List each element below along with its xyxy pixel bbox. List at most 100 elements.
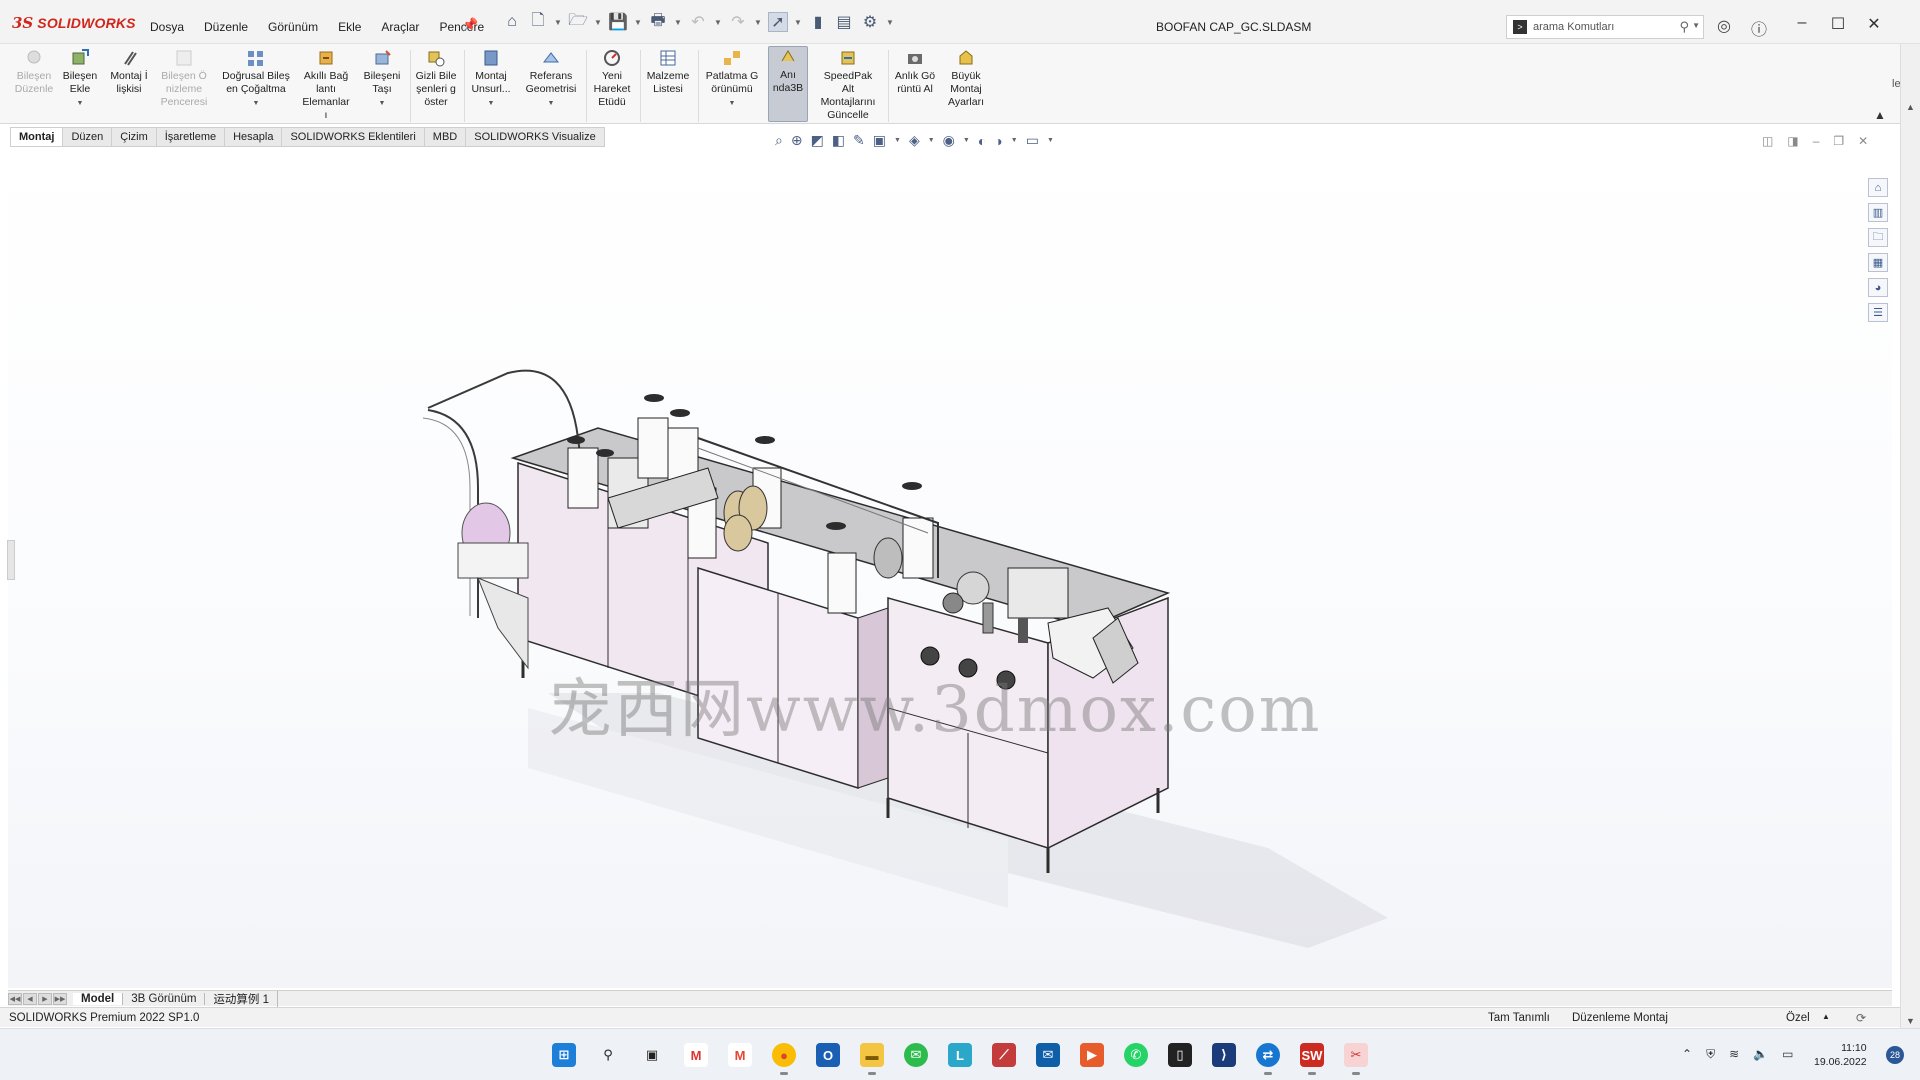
assembly-model[interactable] (8, 148, 1892, 988)
unit-system[interactable]: Özel (1786, 1012, 1810, 1024)
move-component-button[interactable]: Bileşeni Taşı ▼ (358, 48, 406, 110)
chevron-down-icon[interactable]: ▼ (77, 97, 84, 110)
mcafee-icon[interactable]: M (684, 1043, 708, 1067)
whatsapp-icon[interactable]: ✆ (1124, 1043, 1148, 1067)
chevron-down-icon[interactable]: ▼ (1047, 137, 1054, 144)
chrome-icon[interactable]: ● (772, 1043, 796, 1075)
apply-scene-icon[interactable]: ◑ (994, 133, 1002, 149)
file-explorer-icon[interactable]: ▬ (860, 1043, 884, 1075)
rebuild-status-icon[interactable]: ⟳ (1856, 1011, 1866, 1025)
search-icon[interactable]: ⚲ (596, 1043, 620, 1067)
new-motion-study-button[interactable]: Yeni Hareket Etüdü (588, 48, 636, 109)
view-settings-icon[interactable]: ▭ (1026, 132, 1039, 149)
start-icon[interactable]: ⊞ (552, 1043, 576, 1067)
teamviewer-icon[interactable]: ⇄ (1256, 1043, 1280, 1075)
task-view-icon[interactable]: ▣ (640, 1043, 664, 1067)
dolby-icon[interactable]: ▯ (1168, 1043, 1192, 1067)
display-style-icon[interactable]: ◈ (909, 132, 920, 149)
notification-badge[interactable]: 28 (1886, 1046, 1904, 1064)
chevron-down-icon[interactable]: ▼ (729, 97, 736, 110)
large-assembly-settings-button[interactable]: Büyük Montaj Ayarları (942, 48, 990, 109)
zoom-to-area-icon[interactable]: ⊕ (791, 132, 803, 149)
chart-app-icon[interactable]: ⟋ (992, 1043, 1016, 1067)
solidworks-logo[interactable]: 3S SOLIDWORKS (12, 14, 136, 32)
tab-3d-view[interactable]: 3B Görünüm (123, 992, 206, 1005)
help-icon[interactable]: ⓘ (1751, 16, 1767, 40)
redo-icon[interactable]: ↷ (728, 12, 748, 32)
zoom-to-fit-icon[interactable]: ⌕ (775, 132, 783, 149)
chevron-down-icon[interactable]: ▼ (594, 18, 602, 27)
outlook-mail-icon[interactable]: ✉ (1036, 1043, 1060, 1067)
scroll-up-icon[interactable]: ▲ (1906, 102, 1915, 112)
minimize-icon[interactable]: – (1784, 14, 1820, 34)
chevron-down-icon[interactable]: ▼ (634, 18, 642, 27)
tab-visualize[interactable]: SOLIDWORKS Visualize (466, 127, 605, 147)
right-scrollbar[interactable]: ▲ ▼ (1900, 44, 1920, 1028)
section-view-icon[interactable]: ◧ (832, 132, 845, 149)
menu-duzenle[interactable]: Düzenle (204, 20, 248, 34)
take-snapshot-button[interactable]: Anlık Gö rüntü Al (890, 48, 940, 96)
search-input[interactable]: arama Komutları (1533, 21, 1614, 33)
video-app-icon[interactable]: ▶ (1080, 1043, 1104, 1067)
chevron-down-icon[interactable]: ▼ (928, 137, 935, 144)
chevron-down-icon[interactable]: ▼ (488, 97, 495, 110)
security-shield-icon[interactable]: ⛨ (1706, 1047, 1715, 1062)
assembly-features-button[interactable]: Montaj Unsurl... ▼ (466, 48, 516, 110)
file-properties-icon[interactable]: ▤ (834, 12, 854, 32)
split-view-icon[interactable]: ◫ (1762, 134, 1773, 148)
tab-duzen[interactable]: Düzen (63, 127, 113, 147)
tab-eklentiler[interactable]: SOLIDWORKS Eklentileri (282, 127, 425, 147)
volume-icon[interactable]: 🔈 (1753, 1047, 1768, 1062)
appearances-icon[interactable]: ◕ (1868, 278, 1888, 297)
prev-tab-icon[interactable]: ◀ (23, 992, 37, 1005)
chevron-down-icon[interactable]: ▼ (1692, 21, 1700, 30)
scroll-down-icon[interactable]: ▼ (1906, 1016, 1915, 1026)
maximize-icon[interactable]: ☐ (1820, 14, 1856, 34)
chevron-down-icon[interactable]: ▼ (379, 97, 386, 110)
show-hidden-components-button[interactable]: Gizli Bile şenleri g öster (412, 48, 460, 109)
edit-component-button[interactable]: Bileşen Düzenle (12, 48, 56, 96)
view-orientation-icon[interactable]: ▣ (873, 132, 886, 149)
chevron-down-icon[interactable]: ▼ (548, 97, 555, 110)
save-icon[interactable]: 💾 (608, 12, 628, 32)
remote-app-icon[interactable]: ⟩ (1212, 1043, 1236, 1067)
solidworks-taskbar-icon[interactable]: SW (1300, 1043, 1324, 1075)
outlook-icon[interactable]: O (816, 1043, 840, 1067)
edit-appearance-icon[interactable]: ◐ (978, 133, 986, 149)
custom-properties-icon[interactable]: ☰ (1868, 303, 1888, 322)
feature-manager-flyout-handle[interactable] (7, 540, 15, 580)
wifi-icon[interactable]: ≋ (1729, 1047, 1739, 1062)
chevron-down-icon[interactable]: ▼ (963, 137, 970, 144)
tab-isaretleme[interactable]: İşaretleme (156, 127, 226, 147)
tab-cizim[interactable]: Çizim (112, 127, 157, 147)
design-library-icon[interactable]: ▥ (1868, 203, 1888, 222)
tab-montaj[interactable]: Montaj (10, 127, 64, 147)
close-icon[interactable]: ✕ (1856, 14, 1892, 34)
chevron-down-icon[interactable]: ▼ (794, 18, 802, 27)
first-tab-icon[interactable]: ◀◀ (8, 992, 22, 1005)
graphics-area[interactable]: 宠西网www.3dmox.com y x z (8, 148, 1892, 988)
dynamic-annotation-icon[interactable]: ✎ (853, 132, 865, 149)
gmail-icon[interactable]: M (728, 1043, 752, 1067)
print-icon[interactable]: 🖶 (648, 12, 668, 32)
options-gear-icon[interactable]: ⚙ (860, 12, 880, 32)
search-icon[interactable]: ⚲ (1679, 19, 1689, 35)
viewport-minimize-icon[interactable]: – (1813, 134, 1820, 148)
chevron-down-icon[interactable]: ▼ (554, 18, 562, 27)
viewport-close-icon[interactable]: ✕ (1858, 134, 1868, 148)
chevron-down-icon[interactable]: ▼ (714, 18, 722, 27)
file-explorer-icon[interactable]: 🗀 (1868, 228, 1888, 247)
pin-icon[interactable]: 📌 (462, 17, 478, 33)
tab-model[interactable]: Model (73, 992, 124, 1005)
home-icon[interactable]: ⌂ (502, 12, 522, 32)
command-search[interactable]: > arama Komutları ⚲ ▼ (1506, 15, 1704, 39)
bill-of-materials-button[interactable]: Malzeme Listesi (642, 48, 694, 96)
component-preview-window-button[interactable]: Bileşen Ö nizleme Penceresi (156, 48, 212, 109)
menu-gorunum[interactable]: Görünüm (268, 20, 318, 34)
l-app-icon[interactable]: L (948, 1043, 972, 1067)
snipping-tool-icon[interactable]: ✂ (1344, 1043, 1368, 1075)
chevron-down-icon[interactable]: ▼ (253, 97, 260, 110)
chevron-down-icon[interactable]: ▼ (754, 18, 762, 27)
unit-menu-arrow-icon[interactable]: ▲ (1822, 1012, 1830, 1021)
user-account-icon[interactable]: ◎ (1717, 16, 1731, 40)
